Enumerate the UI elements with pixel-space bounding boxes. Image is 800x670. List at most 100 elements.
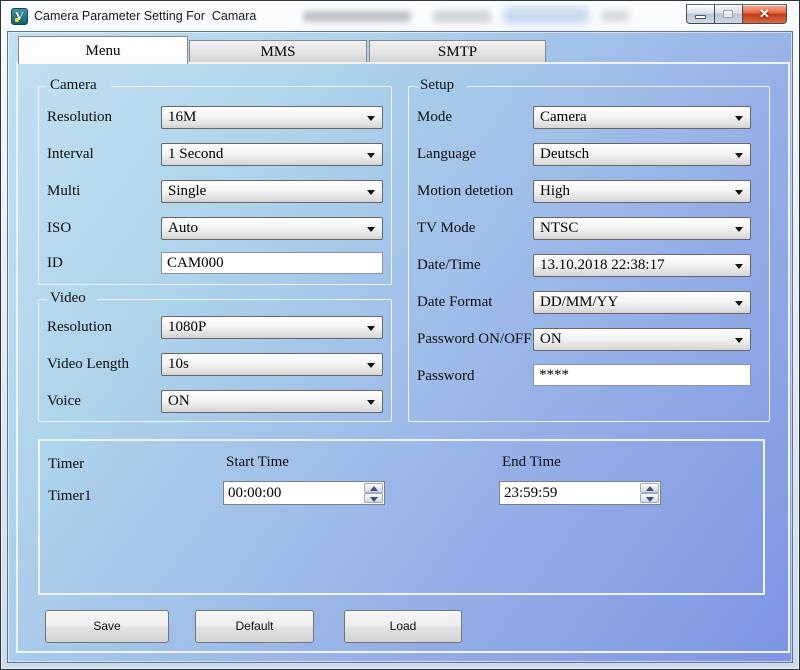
- video-length-select[interactable]: 10s: [161, 353, 383, 376]
- default-button[interactable]: Default: [195, 610, 314, 643]
- camera-iso-value: Auto: [168, 220, 198, 237]
- chevron-down-icon: [367, 116, 375, 121]
- chevron-down-icon: [367, 190, 375, 195]
- video-resolution-value: 1080P: [168, 319, 206, 336]
- setup-password-switch-label: Password ON/OFF: [417, 331, 532, 348]
- video-group: Video Resolution 1080P Video Length 10s …: [38, 299, 392, 422]
- setup-datetime-label: Date/Time: [417, 257, 481, 274]
- camera-resolution-value: 16M: [168, 109, 196, 126]
- menu-tab-page: Camera Resolution 16M Interval 1 Second …: [16, 62, 790, 653]
- setup-password-input[interactable]: [533, 364, 751, 386]
- setup-tvmode-value: NTSC: [540, 220, 578, 237]
- arrow-down-icon: [370, 497, 378, 502]
- setup-tvmode-select[interactable]: NTSC: [533, 217, 751, 240]
- spinner-down-button[interactable]: [364, 493, 383, 503]
- setup-dateformat-select[interactable]: DD/MM/YY: [533, 291, 751, 314]
- timer1-start-time-input[interactable]: [224, 482, 362, 504]
- chevron-down-icon: [367, 153, 375, 158]
- setup-password-switch-select[interactable]: ON: [533, 328, 751, 351]
- timer1-end-time-input[interactable]: [500, 482, 638, 504]
- video-resolution-label: Resolution: [47, 319, 112, 336]
- chevron-down-icon: [367, 400, 375, 405]
- arrow-down-icon: [646, 497, 654, 502]
- setup-motion-label: Motion detetion: [417, 183, 513, 200]
- camera-resolution-select[interactable]: 16M: [161, 106, 383, 129]
- setup-motion-value: High: [540, 183, 570, 200]
- camera-iso-label: ISO: [47, 220, 71, 237]
- save-button[interactable]: Save: [45, 610, 169, 643]
- setup-mode-select[interactable]: Camera: [533, 106, 751, 129]
- chevron-down-icon: [735, 301, 743, 306]
- spinner-down-button[interactable]: [640, 493, 659, 503]
- close-button[interactable]: ✕: [742, 4, 787, 24]
- chevron-down-icon: [367, 326, 375, 331]
- setup-datetime-value: 13.10.2018 22:38:17: [540, 257, 665, 274]
- setup-dateformat-label: Date Format: [417, 294, 492, 311]
- setup-language-label: Language: [417, 146, 476, 163]
- chevron-down-icon: [735, 153, 743, 158]
- setup-motion-select[interactable]: High: [533, 180, 751, 203]
- chevron-down-icon: [735, 264, 743, 269]
- camera-multi-select[interactable]: Single: [161, 180, 383, 203]
- timer-group: Timer Start Time End Time Timer1: [38, 439, 765, 595]
- close-icon: ✕: [759, 6, 770, 21]
- timer1-end-spinner: [639, 483, 659, 503]
- camera-id-label: ID: [47, 255, 63, 272]
- chevron-down-icon: [735, 338, 743, 343]
- setup-datetime-select[interactable]: 13.10.2018 22:38:17: [533, 254, 751, 277]
- setup-password-label: Password: [417, 368, 475, 385]
- setup-language-select[interactable]: Deutsch: [533, 143, 751, 166]
- video-voice-select[interactable]: ON: [161, 390, 383, 413]
- tab-menu[interactable]: Menu: [18, 36, 188, 64]
- chevron-down-icon: [735, 190, 743, 195]
- video-length-value: 10s: [168, 356, 189, 373]
- spinner-up-button[interactable]: [364, 483, 383, 493]
- caption-buttons: ✕: [686, 4, 787, 24]
- chevron-down-icon: [367, 363, 375, 368]
- titlebar-artifact: [601, 10, 629, 22]
- app-icon: V: [11, 8, 28, 25]
- spinner-up-button[interactable]: [640, 483, 659, 493]
- camera-id-input[interactable]: [161, 252, 383, 274]
- setup-mode-value: Camera: [540, 109, 587, 126]
- maximize-button[interactable]: [715, 4, 742, 24]
- setup-group: Setup Mode Camera Language Deutsch Motio…: [408, 86, 770, 422]
- camera-group: Camera Resolution 16M Interval 1 Second …: [38, 86, 392, 285]
- timer1-start-time-field[interactable]: [223, 481, 385, 505]
- timer-title: Timer: [48, 456, 84, 473]
- camera-interval-value: 1 Second: [168, 146, 223, 163]
- chevron-down-icon: [367, 227, 375, 232]
- setup-password-switch-value: ON: [540, 331, 562, 348]
- arrow-up-icon: [370, 486, 378, 491]
- video-voice-value: ON: [168, 393, 190, 410]
- setup-dateformat-value: DD/MM/YY: [540, 294, 618, 311]
- chevron-down-icon: [735, 116, 743, 121]
- video-resolution-select[interactable]: 1080P: [161, 316, 383, 339]
- camera-settings-window: V Camera Parameter Setting For Camara ✕ …: [0, 0, 800, 670]
- camera-iso-select[interactable]: Auto: [161, 217, 383, 240]
- setup-tvmode-label: TV Mode: [417, 220, 475, 237]
- camera-multi-value: Single: [168, 183, 206, 200]
- setup-group-title: Setup: [420, 77, 454, 94]
- tab-smtp[interactable]: SMTP: [369, 40, 546, 62]
- minimize-button[interactable]: [686, 4, 715, 24]
- camera-interval-select[interactable]: 1 Second: [161, 143, 383, 166]
- end-time-header: End Time: [502, 454, 561, 471]
- maximize-icon: [723, 10, 733, 18]
- titlebar[interactable]: V Camera Parameter Setting For Camara ✕: [1, 1, 799, 31]
- video-length-label: Video Length: [47, 356, 129, 373]
- chevron-down-icon: [735, 227, 743, 232]
- load-button[interactable]: Load: [344, 610, 462, 643]
- video-group-title: Video: [50, 290, 86, 307]
- titlebar-artifact: [433, 10, 491, 23]
- start-time-header: Start Time: [226, 454, 289, 471]
- window-title: Camera Parameter Setting For Camara: [34, 9, 256, 23]
- timer1-start-spinner: [363, 483, 383, 503]
- setup-mode-label: Mode: [417, 109, 452, 126]
- timer1-end-time-field[interactable]: [499, 481, 661, 505]
- titlebar-artifact: [303, 11, 411, 22]
- camera-group-title: Camera: [50, 77, 97, 94]
- titlebar-artifact: [503, 7, 589, 24]
- setup-language-value: Deutsch: [540, 146, 589, 163]
- tab-mms[interactable]: MMS: [189, 40, 367, 62]
